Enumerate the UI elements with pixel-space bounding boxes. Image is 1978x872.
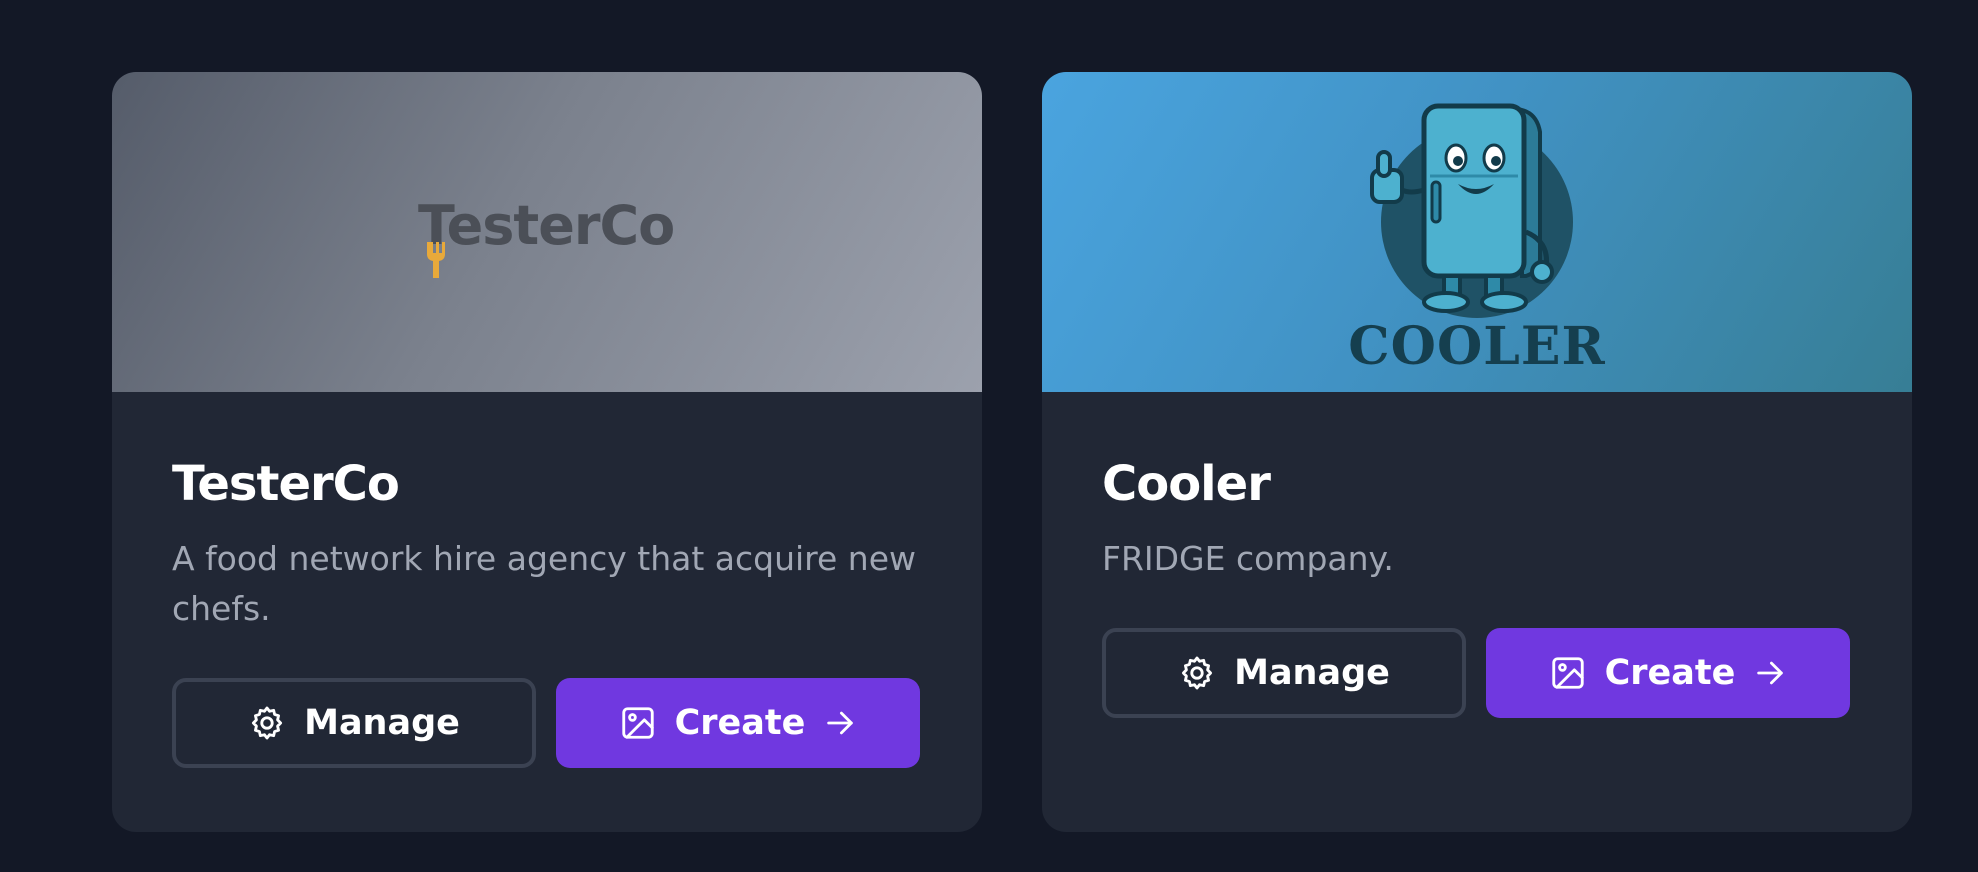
cooler-logo: COOLER <box>1348 103 1605 377</box>
image-icon <box>1549 654 1587 692</box>
card-body: Cooler FRIDGE company. Manage Create <box>1042 392 1912 718</box>
image-icon <box>619 704 657 742</box>
arrow-right-icon <box>1753 656 1787 690</box>
gear-icon <box>248 704 286 742</box>
project-description: FRIDGE company. <box>1102 539 1394 578</box>
project-card-cooler: COOLER Cooler FRIDGE company. Manage Cre… <box>1042 72 1912 832</box>
arrow-right-icon <box>823 706 857 740</box>
projects-grid: TesterCo TesterCo A food network hire ag… <box>112 72 1912 832</box>
cooler-logo-text: COOLER <box>1348 316 1605 377</box>
testerco-logo: TesterCo <box>418 194 678 284</box>
fork-icon <box>427 242 445 278</box>
project-title: Cooler <box>1102 456 1271 512</box>
project-banner: TesterCo <box>112 72 982 392</box>
manage-label: Manage <box>304 703 460 743</box>
create-label: Create <box>674 703 806 743</box>
project-title: TesterCo <box>172 456 400 512</box>
card-actions: Manage Create <box>172 678 922 768</box>
create-button[interactable]: Create <box>556 678 920 768</box>
project-card-testerco: TesterCo TesterCo A food network hire ag… <box>112 72 982 832</box>
project-banner: COOLER <box>1042 72 1912 392</box>
manage-button[interactable]: Manage <box>1102 628 1466 718</box>
create-label: Create <box>1604 653 1736 693</box>
card-actions: Manage Create <box>1102 628 1852 718</box>
manage-label: Manage <box>1234 653 1390 693</box>
card-body: TesterCo A food network hire agency that… <box>112 392 982 768</box>
manage-button[interactable]: Manage <box>172 678 536 768</box>
create-button[interactable]: Create <box>1486 628 1850 718</box>
gear-icon <box>1178 654 1216 692</box>
project-description: A food network hire agency that acquire … <box>172 539 917 628</box>
